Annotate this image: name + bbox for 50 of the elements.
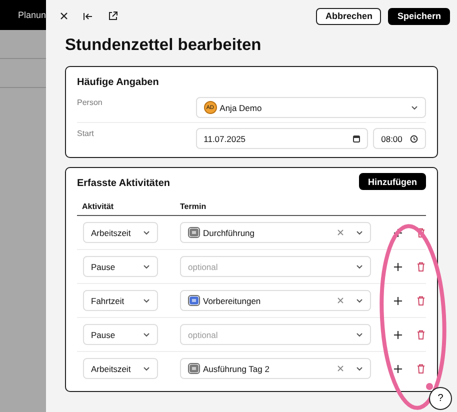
appointment-select[interactable]: Durchführung xyxy=(180,222,371,243)
activity-select[interactable]: Arbeitszeit xyxy=(83,222,158,243)
add-icon[interactable] xyxy=(394,296,402,304)
activity-select[interactable]: Pause xyxy=(83,324,158,345)
trash-icon[interactable] xyxy=(417,330,425,340)
section-heading: Erfasste Aktivitäten xyxy=(77,178,170,189)
chevron-icon xyxy=(356,264,363,269)
column-header: Termin xyxy=(180,202,206,211)
activity-select[interactable]: Arbeitszeit xyxy=(83,358,158,379)
chevron-icon xyxy=(356,366,363,371)
page-title: Stundenzettel bearbeiten xyxy=(64,35,262,56)
clear-icon[interactable] xyxy=(337,365,344,372)
activity-select[interactable]: Pause xyxy=(83,256,158,277)
clock-icon xyxy=(410,134,418,142)
trash-icon[interactable] xyxy=(417,262,425,272)
chevron-icon xyxy=(143,230,150,235)
time-field[interactable]: 08:00 xyxy=(373,128,426,149)
chevron-icon xyxy=(143,332,150,337)
clear-icon[interactable] xyxy=(337,229,344,236)
appointment-select[interactable]: Ausführung Tag 2 xyxy=(180,358,371,379)
appointment-select[interactable]: Vorbereitungen xyxy=(180,290,371,311)
collapse-icon[interactable] xyxy=(83,12,93,20)
chevron-icon xyxy=(143,298,150,303)
add-icon[interactable] xyxy=(394,330,402,338)
external-link-icon[interactable] xyxy=(108,11,118,21)
trash-icon[interactable] xyxy=(417,296,425,306)
save-button[interactable]: Speichern xyxy=(388,8,450,24)
chevron-icon xyxy=(411,105,418,110)
column-header: Aktivität xyxy=(82,202,115,211)
help-button[interactable]: ? xyxy=(429,387,452,410)
section-heading: Häufige Angaben xyxy=(77,77,160,88)
date-field[interactable]: 11.07.2025 xyxy=(196,128,368,149)
trash-icon[interactable] xyxy=(417,228,425,238)
close-icon[interactable] xyxy=(60,12,68,20)
chevron-icon xyxy=(356,230,363,235)
cancel-button[interactable]: Abbrechen xyxy=(316,8,382,24)
chevron-icon xyxy=(143,264,150,269)
add-icon[interactable] xyxy=(394,262,402,270)
add-icon[interactable] xyxy=(394,364,402,372)
chevron-icon xyxy=(356,332,363,337)
chevron-icon xyxy=(356,298,363,303)
field-label: Start xyxy=(77,128,95,138)
field-label: Person xyxy=(77,97,104,107)
chevron-icon xyxy=(143,366,150,371)
add-button[interactable]: Hinzufügen xyxy=(359,173,426,190)
clear-icon[interactable] xyxy=(337,297,344,304)
activity-select[interactable]: Fahrtzeit xyxy=(83,290,158,311)
calendar-icon xyxy=(353,134,360,142)
add-icon[interactable] xyxy=(394,228,402,236)
trash-icon[interactable] xyxy=(417,364,425,374)
